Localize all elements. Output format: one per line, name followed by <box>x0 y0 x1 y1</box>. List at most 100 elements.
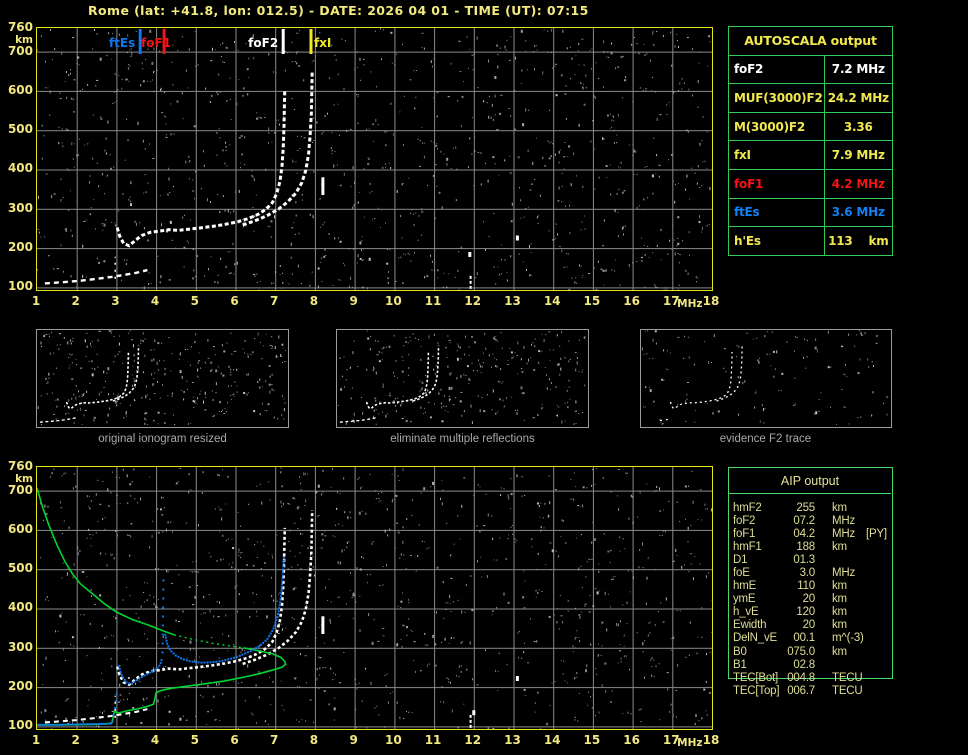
marker-label-fxI: fxI <box>313 36 332 50</box>
autoscala-param-name: foF1 <box>728 168 825 199</box>
aip-param-unit: MHz <box>832 528 856 541</box>
aip-param-name: ymE <box>733 593 756 606</box>
aip-param-value: 188 <box>796 541 815 554</box>
aip-param-name: Ewidth <box>733 619 767 632</box>
aip-param-name: hmF1 <box>733 541 762 554</box>
autoscala-param-value: 113 km <box>823 226 894 256</box>
autoscala-param-value: 3.6 MHz <box>823 197 894 228</box>
aip-row-D1: D1 01.3 <box>733 554 901 567</box>
x-axis-tick-label: 4 <box>150 733 160 747</box>
thumb-1-canvas <box>337 330 587 427</box>
page-title: Rome (lat: +41.8, lon: 012.5) - DATE: 20… <box>88 3 589 18</box>
thumb-0-canvas <box>37 329 287 427</box>
x-axis-tick-label: 13 <box>504 733 521 747</box>
x-axis-tick-label: 1 <box>31 733 41 747</box>
aip-param-unit: m^(-3) <box>832 632 864 645</box>
x-axis-tick-label: 10 <box>384 733 402 747</box>
thumb-2-canvas <box>641 330 891 425</box>
aip-title-separator <box>729 493 891 494</box>
y-axis-tick-label: 760 <box>7 459 33 473</box>
top-ionogram-plot <box>36 27 714 293</box>
y-axis-unit-label: km <box>15 34 33 46</box>
aip-param-unit: km <box>832 606 847 619</box>
aip-row-foF2: foF2 07.2 MHz <box>733 515 901 528</box>
aip-param-unit: km <box>832 541 847 554</box>
x-axis-tick-label: 5 <box>190 733 199 747</box>
x-axis-tick-label: 11 <box>424 733 442 747</box>
aip-param-name: B0 <box>733 645 747 658</box>
aip-rows: hmF2 255 km foF2 07.2 MHz foF1 04.2 MHz [PY] hmF1 1… <box>733 502 901 698</box>
bottom-ionogram-profile-plot <box>36 466 716 732</box>
aip-param-value: 01.3 <box>793 554 815 567</box>
y-axis-tick-label: 100 <box>7 718 33 733</box>
aip-row-foE: foE 3.0 MHz <box>733 567 901 580</box>
y-axis-tick-label: 760 <box>7 20 33 34</box>
x-axis-tick-label: 7 <box>270 733 279 747</box>
y-axis-tick-label: 400 <box>7 600 33 615</box>
aip-row-foF1: foF1 04.2 MHz [PY] <box>733 528 901 541</box>
aip-param-value: 20 <box>802 593 816 606</box>
aip-param-value: 255 <box>796 502 815 514</box>
autoscala-param-value: 3.36 <box>823 111 894 142</box>
x-axis-tick-label: 7 <box>270 294 279 308</box>
aip-param-value: 3.0 <box>799 567 816 580</box>
x-axis-tick-label: 10 <box>384 294 402 308</box>
x-axis-tick-label: 13 <box>504 294 521 308</box>
x-axis-tick-label: 9 <box>349 294 358 308</box>
autoscala-param-name: MUF(3000)F2 <box>728 83 825 113</box>
autoscala-param-name: fxI <box>728 140 825 170</box>
aip-param-value: 20 <box>802 619 816 632</box>
aip-param-name: h_vE <box>733 606 759 619</box>
aip-param-unit: km <box>832 619 847 632</box>
aip-param-value: 04.2 <box>793 528 815 541</box>
x-axis-tick-label: 1 <box>31 294 41 308</box>
x-axis-tick-label: 2 <box>71 294 80 308</box>
aip-row-hmF2: hmF2 255 km <box>733 502 901 515</box>
autoscala-table-title: AUTOSCALA output <box>728 26 893 56</box>
marker-label-foF1: foF1 <box>141 36 172 50</box>
x-axis-tick-label: 15 <box>583 733 601 747</box>
bottom-plot-canvas <box>36 467 716 732</box>
aip-param-unit: km <box>832 645 847 658</box>
x-axis-tick-label: 12 <box>464 294 482 308</box>
aip-row-hmE: hmE 110 km <box>733 580 901 593</box>
x-axis-tick-label: 16 <box>623 294 640 308</box>
thumbnail-original-ionogram <box>36 329 289 428</box>
aip-param-name: foE <box>733 567 750 580</box>
autoscala-param-name: M(3000)F2 <box>728 111 825 142</box>
x-axis-tick-label: 8 <box>309 733 319 747</box>
x-axis-unit-label: MHz <box>677 298 703 310</box>
y-axis-tick-label: 600 <box>7 82 33 97</box>
aip-param-value: 00.1 <box>793 632 815 645</box>
aip-param-unit: km <box>832 502 847 514</box>
aip-param-value: 004.8 <box>787 671 815 684</box>
aip-row-DelN_vE: DelN_vE 00.1 m^(-3) <box>733 632 901 645</box>
aip-param-value: 110 <box>797 580 815 593</box>
x-axis-tick-label: 14 <box>543 294 561 308</box>
aip-row-Ewidth: Ewidth 20 km <box>733 619 901 632</box>
autoscala-output-table: AUTOSCALA output foF2 7.2 MHz MUF(3000)F2 2… <box>728 26 894 256</box>
x-axis-tick-label: 2 <box>71 733 80 747</box>
aip-param-value: 006.7 <box>787 684 815 697</box>
aip-param-unit: MHz <box>832 515 856 528</box>
thumbnail-multiple-reflections-removed <box>336 329 589 428</box>
aip-param-value: 07.2 <box>793 515 815 528</box>
thumbnail-evidence-f2-trace <box>640 329 892 428</box>
aip-param-unit: km <box>832 580 847 593</box>
thumbnail-label: eliminate multiple reflections <box>390 433 535 445</box>
thumbnail-label: original ionogram resized <box>98 433 227 445</box>
autoscala-param-name: foF2 <box>728 54 825 85</box>
aip-param-name: hmE <box>733 580 757 593</box>
aip-param-name: D1 <box>733 554 748 567</box>
y-axis-tick-label: 200 <box>7 240 33 255</box>
x-axis-tick-label: 3 <box>111 294 120 308</box>
aip-param-value: 075.0 <box>787 645 815 658</box>
autoscala-param-value: 7.9 MHz <box>823 140 894 170</box>
autoscala-param-name: h'Es <box>728 226 825 256</box>
autoscala-row-MUF(3000)F2: MUF(3000)F2 24.2 MHz <box>728 83 894 113</box>
x-axis-tick-label: 11 <box>424 294 442 308</box>
aip-param-unit: km <box>832 593 847 606</box>
y-axis-tick-label: 400 <box>7 161 33 176</box>
aip-row-B1: B1 02.8 <box>733 659 901 672</box>
aip-row-hmF1: hmF1 188 km <box>733 541 901 554</box>
